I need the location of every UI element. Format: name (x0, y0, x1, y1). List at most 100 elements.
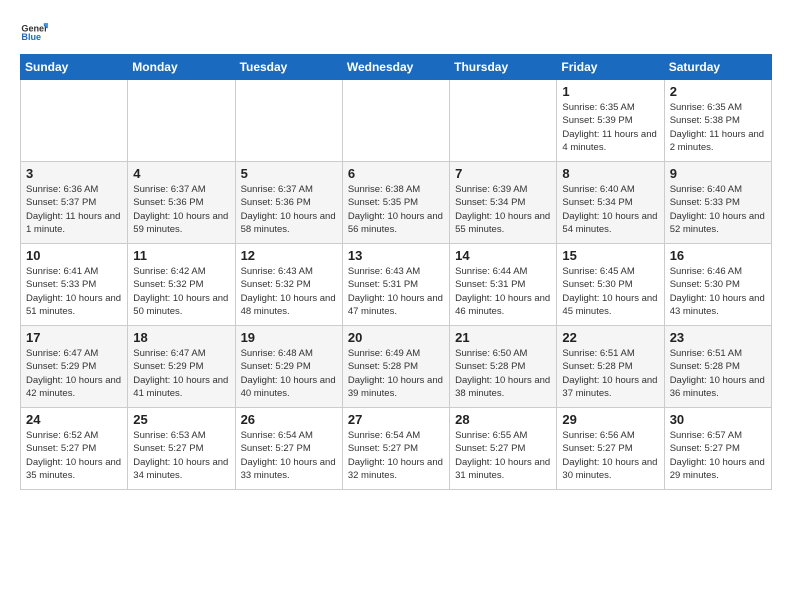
day-number: 5 (241, 166, 337, 181)
col-header-tuesday: Tuesday (235, 55, 342, 80)
week-row-4: 24 Sunrise: 6:52 AM Sunset: 5:27 PM Dayli… (21, 408, 772, 490)
cell-3-2: 19 Sunrise: 6:48 AM Sunset: 5:29 PM Dayli… (235, 326, 342, 408)
cell-info: Sunrise: 6:37 AM Sunset: 5:36 PM Dayligh… (241, 183, 337, 236)
day-number: 18 (133, 330, 229, 345)
day-number: 22 (562, 330, 658, 345)
col-header-monday: Monday (128, 55, 235, 80)
cell-info: Sunrise: 6:35 AM Sunset: 5:39 PM Dayligh… (562, 101, 658, 154)
cell-info: Sunrise: 6:53 AM Sunset: 5:27 PM Dayligh… (133, 429, 229, 482)
col-header-sunday: Sunday (21, 55, 128, 80)
cell-1-6: 9 Sunrise: 6:40 AM Sunset: 5:33 PM Daylig… (664, 162, 771, 244)
col-header-thursday: Thursday (450, 55, 557, 80)
cell-info: Sunrise: 6:41 AM Sunset: 5:33 PM Dayligh… (26, 265, 122, 318)
cell-info: Sunrise: 6:42 AM Sunset: 5:32 PM Dayligh… (133, 265, 229, 318)
day-number: 7 (455, 166, 551, 181)
header-row: SundayMondayTuesdayWednesdayThursdayFrid… (21, 55, 772, 80)
cell-1-4: 7 Sunrise: 6:39 AM Sunset: 5:34 PM Daylig… (450, 162, 557, 244)
day-number: 6 (348, 166, 444, 181)
cell-info: Sunrise: 6:45 AM Sunset: 5:30 PM Dayligh… (562, 265, 658, 318)
cell-info: Sunrise: 6:40 AM Sunset: 5:34 PM Dayligh… (562, 183, 658, 236)
cell-3-0: 17 Sunrise: 6:47 AM Sunset: 5:29 PM Dayli… (21, 326, 128, 408)
cell-4-2: 26Sunrise: 6:54 AM Sunset: 5:27 PM Dayli… (235, 408, 342, 490)
col-header-friday: Friday (557, 55, 664, 80)
cell-2-2: 12Sunrise: 6:43 AM Sunset: 5:32 PM Dayli… (235, 244, 342, 326)
cell-info: Sunrise: 6:39 AM Sunset: 5:34 PM Dayligh… (455, 183, 551, 236)
cell-info: Sunrise: 6:43 AM Sunset: 5:31 PM Dayligh… (348, 265, 444, 318)
day-number: 9 (670, 166, 766, 181)
cell-4-5: 29 Sunrise: 6:56 AM Sunset: 5:27 PM Dayli… (557, 408, 664, 490)
cell-3-6: 23Sunrise: 6:51 AM Sunset: 5:28 PM Dayli… (664, 326, 771, 408)
day-number: 13 (348, 248, 444, 263)
day-number: 17 (26, 330, 122, 345)
cell-info: Sunrise: 6:50 AM Sunset: 5:28 PM Dayligh… (455, 347, 551, 400)
cell-info: Sunrise: 6:49 AM Sunset: 5:28 PM Dayligh… (348, 347, 444, 400)
day-number: 8 (562, 166, 658, 181)
cell-info: Sunrise: 6:38 AM Sunset: 5:35 PM Dayligh… (348, 183, 444, 236)
cell-2-1: 11 Sunrise: 6:42 AM Sunset: 5:32 PM Dayli… (128, 244, 235, 326)
cell-info: Sunrise: 6:35 AM Sunset: 5:38 PM Dayligh… (670, 101, 766, 154)
day-number: 3 (26, 166, 122, 181)
cell-1-0: 3Sunrise: 6:36 AM Sunset: 5:37 PM Daylig… (21, 162, 128, 244)
cell-1-3: 6 Sunrise: 6:38 AM Sunset: 5:35 PM Daylig… (342, 162, 449, 244)
day-number: 11 (133, 248, 229, 263)
cell-0-6: 2 Sunrise: 6:35 AM Sunset: 5:38 PM Daylig… (664, 80, 771, 162)
week-row-2: 10 Sunrise: 6:41 AM Sunset: 5:33 PM Dayli… (21, 244, 772, 326)
cell-0-5: 1 Sunrise: 6:35 AM Sunset: 5:39 PM Daylig… (557, 80, 664, 162)
cell-2-5: 15 Sunrise: 6:45 AM Sunset: 5:30 PM Dayli… (557, 244, 664, 326)
day-number: 12 (241, 248, 337, 263)
cell-0-4 (450, 80, 557, 162)
cell-4-1: 25 Sunrise: 6:53 AM Sunset: 5:27 PM Dayli… (128, 408, 235, 490)
cell-info: Sunrise: 6:57 AM Sunset: 5:27 PM Dayligh… (670, 429, 766, 482)
cell-info: Sunrise: 6:40 AM Sunset: 5:33 PM Dayligh… (670, 183, 766, 236)
day-number: 14 (455, 248, 551, 263)
day-number: 28 (455, 412, 551, 427)
cell-2-3: 13 Sunrise: 6:43 AM Sunset: 5:31 PM Dayli… (342, 244, 449, 326)
day-number: 15 (562, 248, 658, 263)
col-header-wednesday: Wednesday (342, 55, 449, 80)
cell-1-1: 4Sunrise: 6:37 AM Sunset: 5:36 PM Daylig… (128, 162, 235, 244)
cell-info: Sunrise: 6:47 AM Sunset: 5:29 PM Dayligh… (133, 347, 229, 400)
cell-3-5: 22 Sunrise: 6:51 AM Sunset: 5:28 PM Dayli… (557, 326, 664, 408)
cell-3-1: 18 Sunrise: 6:47 AM Sunset: 5:29 PM Dayli… (128, 326, 235, 408)
cell-0-3 (342, 80, 449, 162)
logo-icon: General Blue (20, 16, 48, 44)
cell-info: Sunrise: 6:56 AM Sunset: 5:27 PM Dayligh… (562, 429, 658, 482)
day-number: 26 (241, 412, 337, 427)
cell-info: Sunrise: 6:55 AM Sunset: 5:27 PM Dayligh… (455, 429, 551, 482)
day-number: 25 (133, 412, 229, 427)
cell-info: Sunrise: 6:52 AM Sunset: 5:27 PM Dayligh… (26, 429, 122, 482)
cell-info: Sunrise: 6:48 AM Sunset: 5:29 PM Dayligh… (241, 347, 337, 400)
cell-info: Sunrise: 6:44 AM Sunset: 5:31 PM Dayligh… (455, 265, 551, 318)
cell-4-3: 27Sunrise: 6:54 AM Sunset: 5:27 PM Dayli… (342, 408, 449, 490)
day-number: 27 (348, 412, 444, 427)
week-row-3: 17 Sunrise: 6:47 AM Sunset: 5:29 PM Dayli… (21, 326, 772, 408)
cell-4-0: 24 Sunrise: 6:52 AM Sunset: 5:27 PM Dayli… (21, 408, 128, 490)
cell-1-2: 5 Sunrise: 6:37 AM Sunset: 5:36 PM Daylig… (235, 162, 342, 244)
cell-0-1 (128, 80, 235, 162)
day-number: 21 (455, 330, 551, 345)
week-row-0: 1 Sunrise: 6:35 AM Sunset: 5:39 PM Daylig… (21, 80, 772, 162)
day-number: 19 (241, 330, 337, 345)
cell-0-2 (235, 80, 342, 162)
day-number: 1 (562, 84, 658, 99)
day-number: 29 (562, 412, 658, 427)
cell-3-4: 21 Sunrise: 6:50 AM Sunset: 5:28 PM Dayli… (450, 326, 557, 408)
day-number: 16 (670, 248, 766, 263)
svg-text:Blue: Blue (21, 32, 41, 42)
cell-4-6: 30Sunrise: 6:57 AM Sunset: 5:27 PM Dayli… (664, 408, 771, 490)
cell-2-0: 10 Sunrise: 6:41 AM Sunset: 5:33 PM Dayli… (21, 244, 128, 326)
cell-0-0 (21, 80, 128, 162)
calendar-table: SundayMondayTuesdayWednesdayThursdayFrid… (20, 54, 772, 490)
cell-1-5: 8 Sunrise: 6:40 AM Sunset: 5:34 PM Daylig… (557, 162, 664, 244)
logo: General Blue (20, 16, 52, 44)
day-number: 10 (26, 248, 122, 263)
cell-2-4: 14 Sunrise: 6:44 AM Sunset: 5:31 PM Dayli… (450, 244, 557, 326)
col-header-saturday: Saturday (664, 55, 771, 80)
day-number: 24 (26, 412, 122, 427)
day-number: 23 (670, 330, 766, 345)
cell-info: Sunrise: 6:47 AM Sunset: 5:29 PM Dayligh… (26, 347, 122, 400)
day-number: 2 (670, 84, 766, 99)
cell-3-3: 20Sunrise: 6:49 AM Sunset: 5:28 PM Dayli… (342, 326, 449, 408)
cell-2-6: 16Sunrise: 6:46 AM Sunset: 5:30 PM Dayli… (664, 244, 771, 326)
cell-info: Sunrise: 6:51 AM Sunset: 5:28 PM Dayligh… (562, 347, 658, 400)
